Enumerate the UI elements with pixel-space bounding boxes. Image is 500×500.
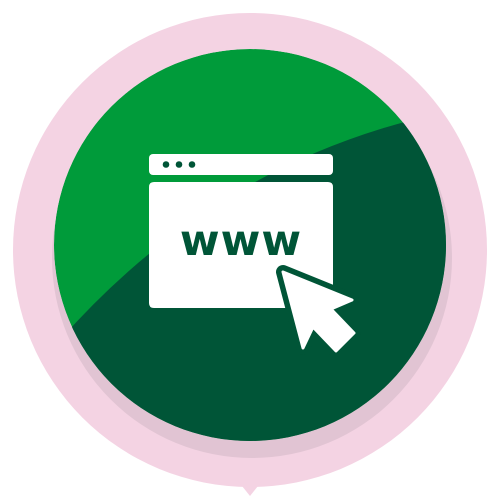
website-badge: www — [0, 0, 500, 500]
www-label: www — [180, 216, 302, 266]
website-icon-graphic: www — [13, 13, 487, 496]
